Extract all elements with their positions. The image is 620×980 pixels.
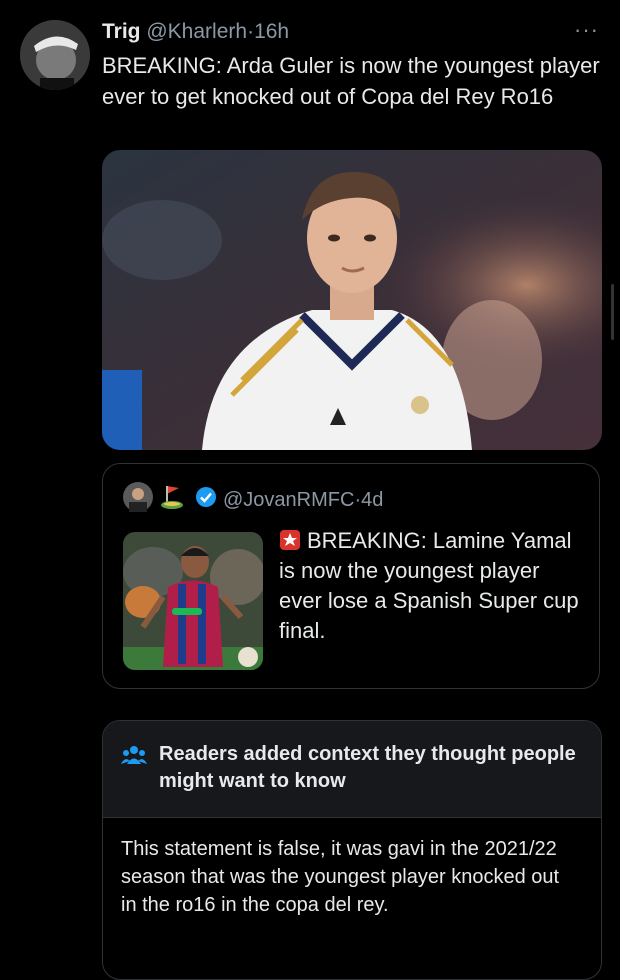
quoted-tweet-text: BREAKING: Lamine Yamal is now the younge… [279,526,579,646]
tweet-text: BREAKING: Arda Guler is now the youngest… [102,53,600,109]
footballer-photo [102,150,602,450]
tweet-header: Trig @Kharlerh·16h [102,18,289,46]
quoted-author-avatar[interactable] [123,482,153,518]
scrollbar-thumb[interactable] [611,284,614,340]
quoted-tweet[interactable]: @JovanRMFC · 4d BREAKING: Lamine Yamal is … [102,463,600,689]
author-handle[interactable]: @Kharlerh [146,20,247,43]
flag-emoji-icon [157,482,187,518]
tweet-timestamp[interactable]: 16h [254,20,289,43]
readers-group-icon [121,744,147,771]
quoted-author-handle[interactable]: @JovanRMFC [223,489,354,512]
header-separator: · [247,20,255,43]
author-name[interactable]: Trig [102,20,141,43]
context-title: Readers added context they thought peopl… [159,743,576,792]
small-avatar-image [123,482,153,512]
verified-badge-icon [195,486,217,514]
avatar-image [20,20,90,90]
quoted-separator: · [354,488,362,511]
barcelona-player-photo [123,532,263,670]
tweet-media-image[interactable] [102,150,602,450]
more-options-icon[interactable]: ··· [574,19,599,41]
quoted-media-image[interactable] [123,532,263,670]
readers-context-card: Readers added context they thought peopl… [102,720,602,980]
siren-emoji-icon [279,529,301,551]
quoted-timestamp[interactable]: 4d [361,489,383,512]
quoted-tweet-body: BREAKING: Lamine Yamal is now the younge… [279,528,579,643]
context-note-text: This statement is false, it was gavi in … [121,838,560,916]
author-avatar[interactable] [20,20,90,90]
context-header: Readers added context they thought peopl… [103,721,601,818]
quoted-tweet-header: @JovanRMFC · 4d [123,482,383,518]
